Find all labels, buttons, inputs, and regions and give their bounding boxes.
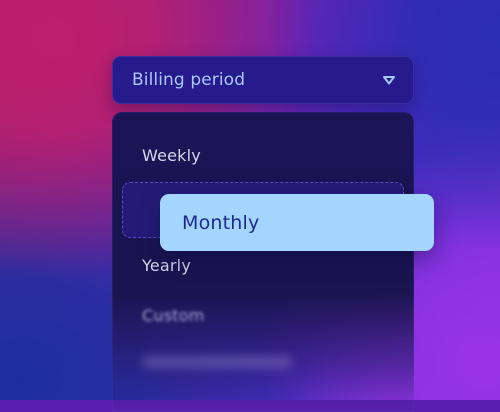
- menu-item-yearly[interactable]: Yearly: [142, 256, 191, 275]
- dragged-item-label: Monthly: [182, 211, 260, 234]
- blurred-menu-item: [142, 356, 292, 368]
- billing-period-select[interactable]: Billing period: [112, 56, 414, 104]
- menu-item-custom[interactable]: Custom: [142, 306, 205, 325]
- chevron-down-icon[interactable]: [382, 73, 396, 87]
- dragged-menu-item-monthly[interactable]: Monthly: [160, 194, 434, 251]
- select-label: Billing period: [132, 70, 246, 90]
- menu-item-weekly[interactable]: Weekly: [142, 146, 201, 165]
- dropdown-menu: Weekly Yearly Custom: [112, 112, 414, 412]
